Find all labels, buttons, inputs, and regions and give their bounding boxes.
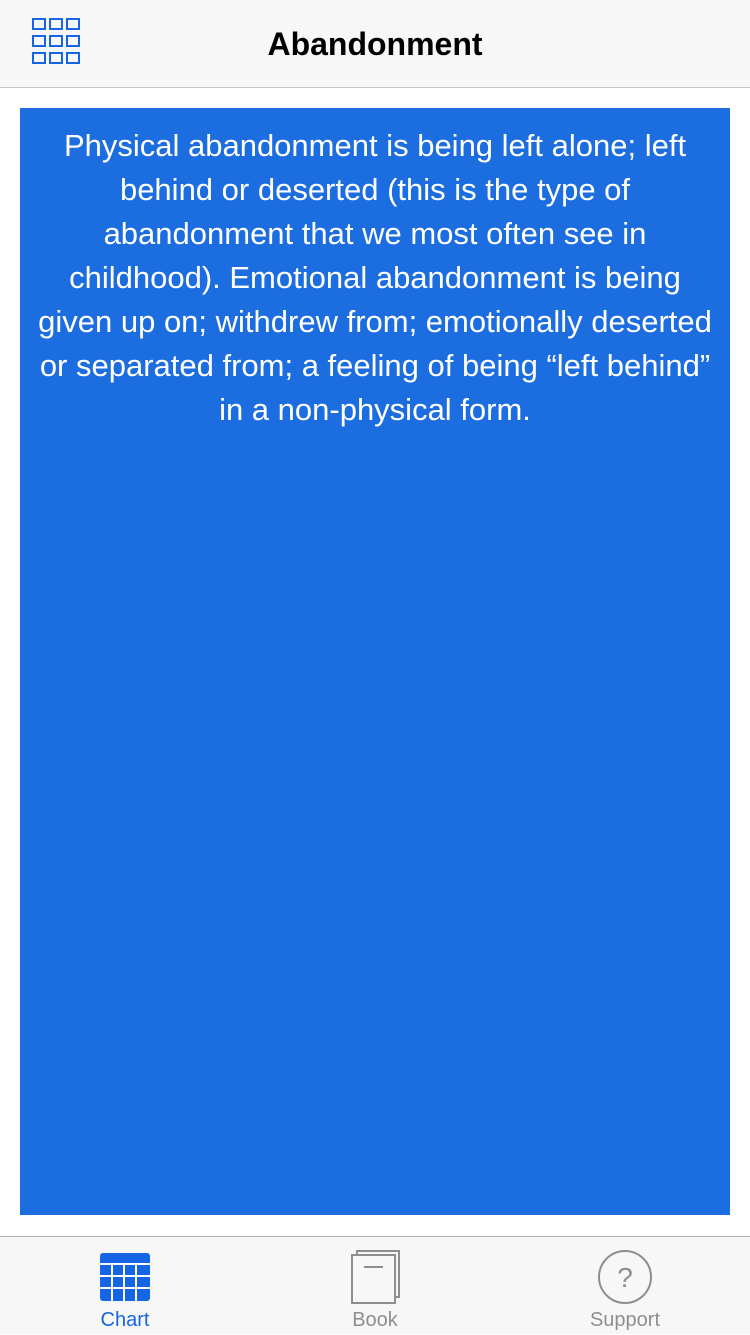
- navigation-bar: Abandonment: [0, 0, 750, 88]
- chart-grid-icon: [100, 1253, 150, 1301]
- tab-support-label: Support: [589, 1309, 661, 1331]
- book-icon: [351, 1250, 400, 1304]
- description-text: Physical abandonment is being left alone…: [38, 128, 712, 427]
- tab-support[interactable]: ? Support: [500, 1237, 750, 1335]
- tab-bar: Chart Book ? Support: [0, 1236, 750, 1334]
- page-title: Abandonment: [267, 26, 483, 62]
- description-panel: Physical abandonment is being left alone…: [20, 108, 730, 1215]
- tab-book[interactable]: Book: [250, 1237, 500, 1335]
- tab-chart[interactable]: Chart: [0, 1237, 250, 1335]
- tab-chart-label: Chart: [100, 1309, 150, 1331]
- question-circle-icon: ?: [598, 1250, 652, 1304]
- tab-book-label: Book: [352, 1309, 398, 1331]
- svg-text:?: ?: [617, 1262, 633, 1293]
